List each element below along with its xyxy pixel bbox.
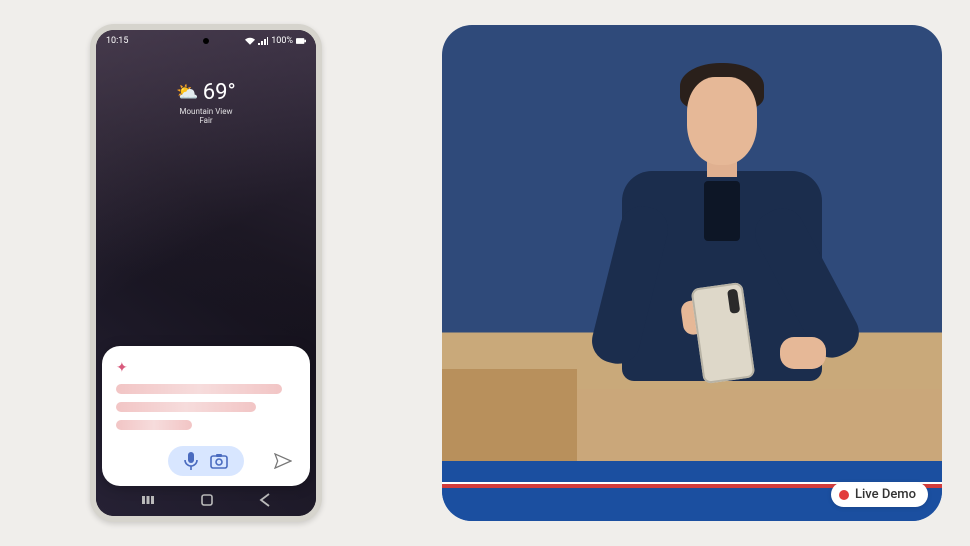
weather-location: Mountain View — [96, 107, 316, 116]
send-button[interactable] — [274, 453, 292, 469]
status-indicators: 100% — [245, 36, 306, 46]
battery-text: 100% — [271, 36, 293, 46]
live-demo-badge: Live Demo — [831, 482, 928, 507]
presenter-video: Live Demo — [442, 25, 942, 521]
recents-icon[interactable] — [141, 493, 155, 507]
navigation-bar — [96, 488, 316, 516]
weather-condition: Fair — [96, 116, 316, 125]
voice-input-pill[interactable] — [168, 446, 244, 476]
status-time: 10:15 — [106, 36, 128, 46]
badge-label: Live Demo — [855, 487, 916, 502]
weather-partly-cloudy-icon: ⛅ — [176, 84, 198, 102]
back-icon[interactable] — [259, 493, 271, 507]
battery-icon — [296, 38, 306, 44]
mic-icon[interactable] — [184, 452, 198, 470]
front-camera — [203, 38, 209, 44]
signal-icon — [258, 37, 268, 45]
wifi-icon — [245, 37, 255, 45]
weather-widget[interactable]: ⛅ 69° Mountain View Fair — [96, 80, 316, 125]
phone-screen: 10:15 100% ⛅ 69° Mountain View Fair — [96, 30, 316, 516]
phone-mockup: 10:15 100% ⛅ 69° Mountain View Fair — [90, 24, 322, 522]
send-icon — [274, 453, 292, 469]
camera-icon[interactable] — [210, 453, 228, 469]
record-dot-icon — [839, 490, 849, 500]
spark-icon: ✦ — [116, 360, 296, 376]
video-frame: Live Demo — [442, 25, 942, 521]
phone-body: 10:15 100% ⛅ 69° Mountain View Fair — [90, 24, 322, 522]
assistant-loading-lines — [116, 384, 296, 430]
home-icon[interactable] — [200, 493, 214, 507]
presenter-figure — [582, 45, 842, 465]
assistant-card[interactable]: ✦ — [102, 346, 310, 486]
weather-temp: 69° — [203, 80, 236, 105]
